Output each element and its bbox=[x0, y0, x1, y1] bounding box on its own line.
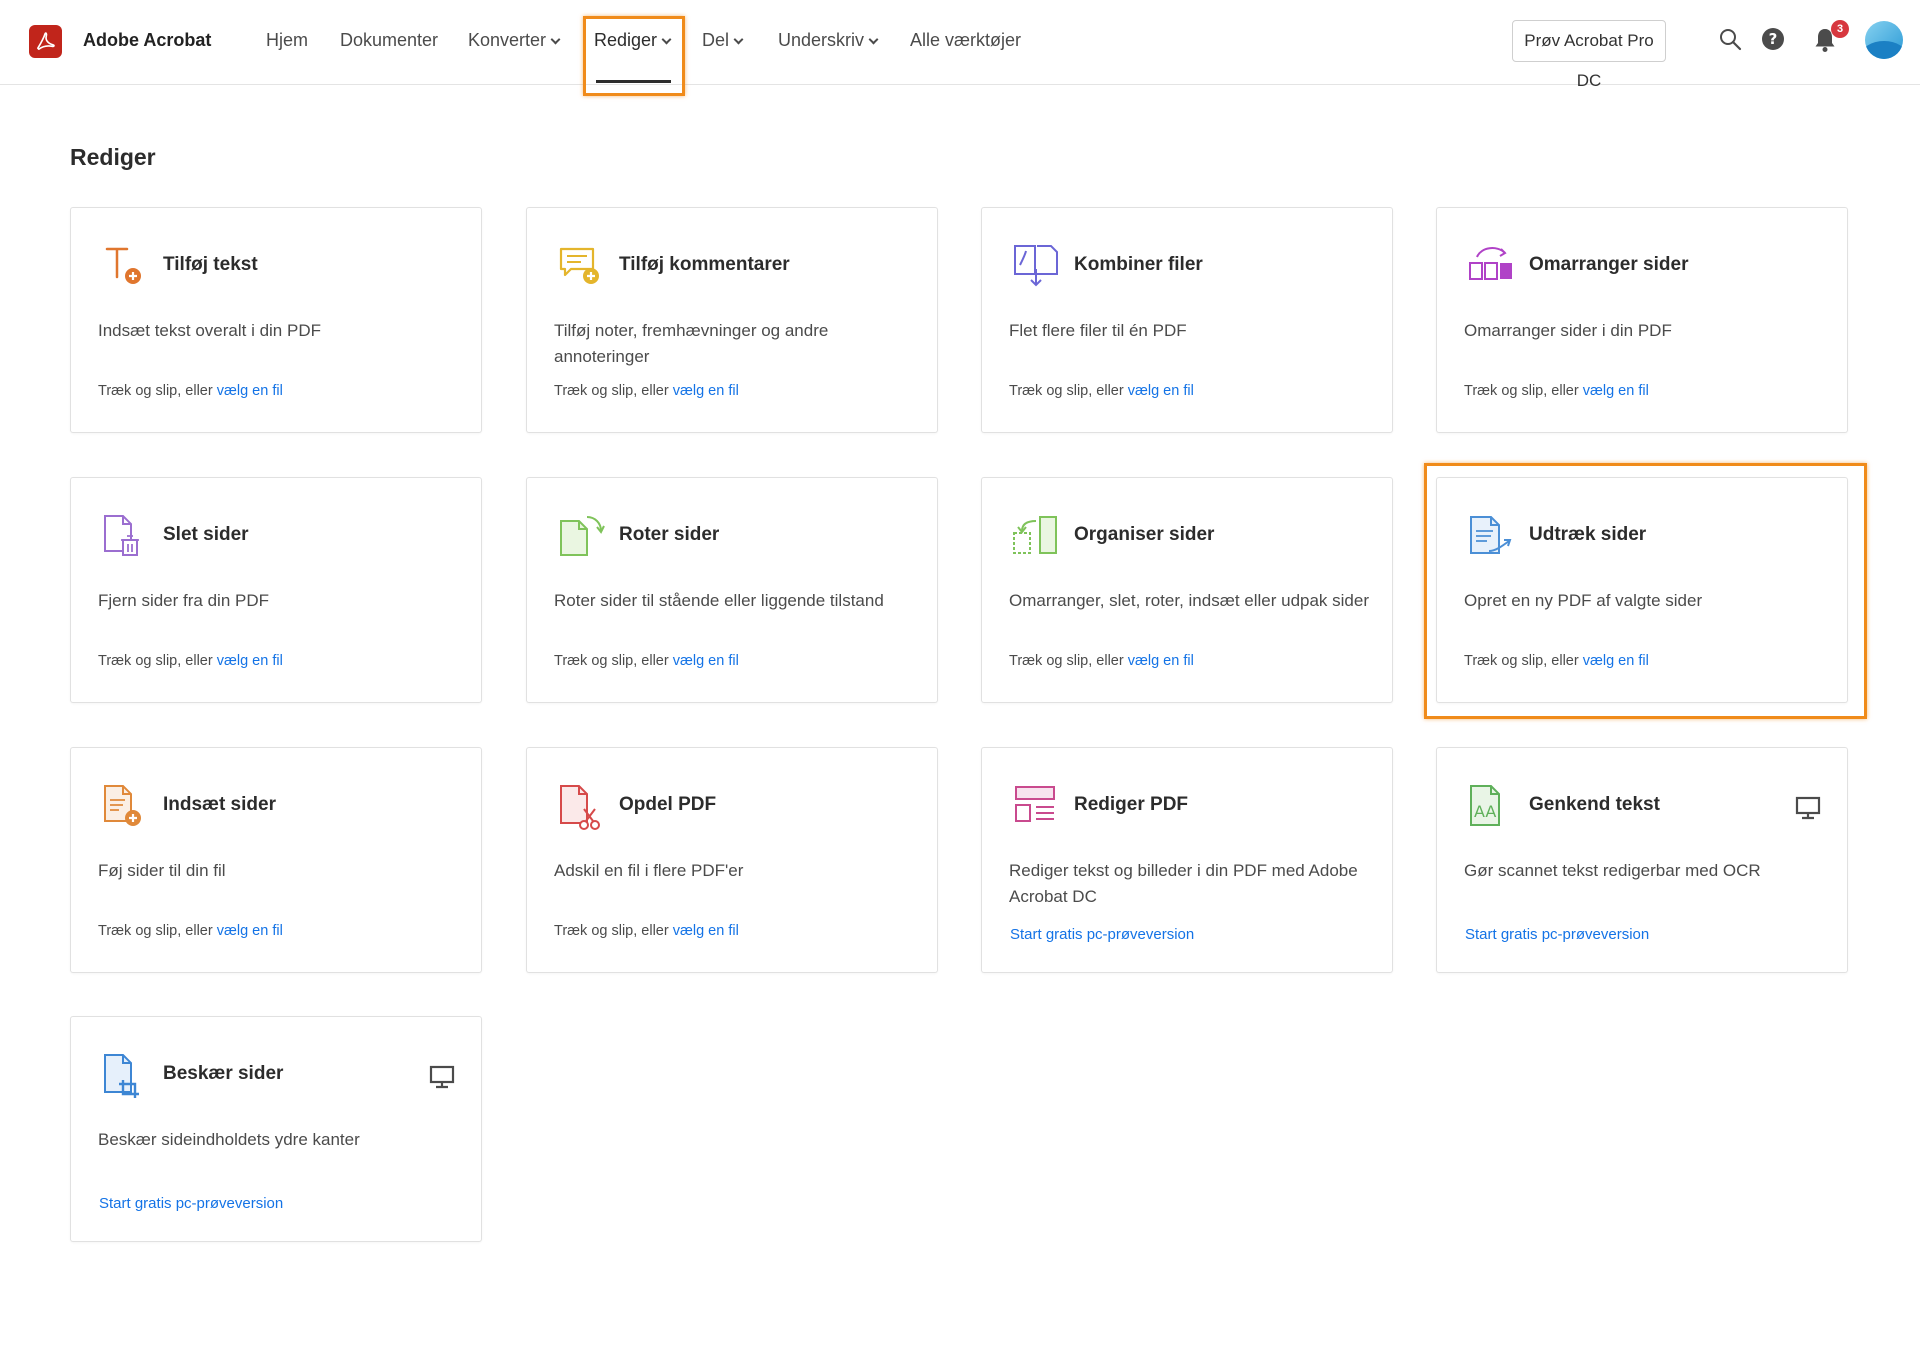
choose-file-link[interactable]: vælg en fil bbox=[1128, 383, 1194, 399]
tool-description: Tilføj noter, fremhævninger og andre ann… bbox=[554, 321, 829, 366]
tool-card-beskaer-sider[interactable]: Beskær sider Beskær sideindholdets ydre … bbox=[70, 1016, 482, 1242]
svg-text:?: ? bbox=[1769, 30, 1778, 48]
tool-card-omarranger-sider[interactable]: Omarranger sider Omarranger sider i din … bbox=[1436, 207, 1848, 433]
choose-file-link[interactable]: vælg en fil bbox=[217, 653, 283, 669]
tool-card-tilfoj-tekst[interactable]: Tilføj tekst Indsæt tekst overalt i din … bbox=[70, 207, 482, 433]
tool-title: Genkend tekst bbox=[1529, 794, 1660, 815]
drop-hint: Træk og slip, eller vælg en fil bbox=[554, 383, 739, 399]
reorder-icon bbox=[1467, 243, 1512, 287]
notification-badge: 3 bbox=[1831, 20, 1849, 38]
try-acrobat-pro-button[interactable]: Prøv Acrobat Pro DC bbox=[1512, 20, 1666, 90]
highlight-frame-card bbox=[1424, 463, 1867, 719]
acrobat-logo-icon[interactable] bbox=[29, 25, 62, 58]
drop-hint: Træk og slip, eller vælg en fil bbox=[554, 653, 739, 669]
tool-description: Omarranger sider i din PDF bbox=[1464, 321, 1672, 340]
start-trial-link[interactable]: Start gratis pc-prøveversion bbox=[1465, 926, 1649, 943]
tool-title: Roter sider bbox=[619, 524, 720, 545]
tool-card-genkend-tekst[interactable]: AA Genkend tekst Gør scannet tekst redig… bbox=[1436, 747, 1848, 973]
tool-description: Beskær sideindholdets ydre kanter bbox=[98, 1130, 360, 1149]
brand-name: Adobe Acrobat bbox=[83, 30, 212, 50]
chevron-down-icon bbox=[868, 34, 879, 45]
top-bar: Adobe Acrobat Hjem Dokumenter Konverter … bbox=[0, 0, 1920, 96]
chevron-down-icon bbox=[733, 34, 744, 45]
desktop-icon bbox=[429, 1065, 455, 1094]
delete-pages-icon bbox=[101, 513, 145, 557]
nav-hjem[interactable]: Hjem bbox=[266, 30, 308, 51]
choose-file-link[interactable]: vælg en fil bbox=[217, 383, 283, 399]
edit-pdf-icon bbox=[1012, 783, 1056, 827]
tool-title: Indsæt sider bbox=[163, 794, 276, 815]
organize-icon bbox=[1012, 513, 1057, 557]
choose-file-link[interactable]: vælg en fil bbox=[1128, 653, 1194, 669]
choose-file-link[interactable]: vælg en fil bbox=[673, 383, 739, 399]
start-trial-link[interactable]: Start gratis pc-prøveversion bbox=[1010, 926, 1194, 943]
tool-card-kombiner-filer[interactable]: Kombiner filer Flet flere filer til én P… bbox=[981, 207, 1393, 433]
drop-hint: Træk og slip, eller vælg en fil bbox=[98, 383, 283, 399]
split-icon bbox=[557, 783, 601, 830]
tool-description: Flet flere filer til én PDF bbox=[1009, 321, 1187, 340]
tool-description: Indsæt tekst overalt i din PDF bbox=[98, 321, 321, 340]
page-title: Rediger bbox=[70, 144, 156, 170]
tool-card-organiser-sider[interactable]: Organiser sider Omarranger, slet, roter,… bbox=[981, 477, 1393, 703]
nav-alle-vaerktoejer[interactable]: Alle værktøjer bbox=[910, 30, 1021, 51]
tool-card-opdel-pdf[interactable]: Opdel PDF Adskil en fil i flere PDF'er T… bbox=[526, 747, 938, 973]
tool-title: Omarranger sider bbox=[1529, 254, 1689, 275]
start-trial-link[interactable]: Start gratis pc-prøveversion bbox=[99, 1195, 283, 1212]
tool-card-tilfoj-kommentarer[interactable]: Tilføj kommentarer Tilføj noter, fremhæv… bbox=[526, 207, 938, 433]
tool-description: Roter sider til stående eller liggende t… bbox=[554, 591, 884, 610]
tool-title: Opdel PDF bbox=[619, 794, 717, 815]
tool-title: Kombiner filer bbox=[1074, 254, 1203, 275]
chevron-down-icon bbox=[550, 34, 561, 45]
nav-konverter[interactable]: Konverter bbox=[468, 30, 561, 51]
highlight-frame-nav bbox=[583, 16, 685, 96]
nav-del[interactable]: Del bbox=[702, 30, 744, 51]
tool-description: Adskil en fil i flere PDF'er bbox=[554, 861, 744, 880]
ocr-icon: AA bbox=[1467, 783, 1511, 827]
crop-icon bbox=[101, 1052, 145, 1098]
tool-title: Slet sider bbox=[163, 524, 249, 545]
avatar[interactable] bbox=[1865, 21, 1903, 59]
tool-title: Tilføj kommentarer bbox=[619, 254, 790, 275]
tool-card-indsaet-sider[interactable]: Indsæt sider Føj sider til din fil Træk … bbox=[70, 747, 482, 973]
add-text-icon bbox=[101, 243, 145, 287]
choose-file-link[interactable]: vælg en fil bbox=[217, 923, 283, 939]
combine-icon bbox=[1012, 243, 1058, 287]
drop-hint: Træk og slip, eller vælg en fil bbox=[1009, 653, 1194, 669]
tool-description: Føj sider til din fil bbox=[98, 861, 226, 880]
drop-hint: Træk og slip, eller vælg en fil bbox=[554, 923, 739, 939]
choose-file-link[interactable]: vælg en fil bbox=[673, 653, 739, 669]
tool-description: Gør scannet tekst redigerbar med OCR bbox=[1464, 861, 1761, 880]
tool-description: Fjern sider fra din PDF bbox=[98, 591, 269, 610]
drop-hint: Træk og slip, eller vælg en fil bbox=[98, 653, 283, 669]
nav-dokumenter[interactable]: Dokumenter bbox=[340, 30, 438, 51]
comment-icon bbox=[557, 243, 601, 287]
svg-text:AA: AA bbox=[1474, 802, 1496, 821]
help-icon[interactable]: ? bbox=[1761, 27, 1785, 56]
desktop-icon bbox=[1795, 796, 1821, 825]
tool-card-slet-sider[interactable]: Slet sider Fjern sider fra din PDF Træk … bbox=[70, 477, 482, 703]
choose-file-link[interactable]: vælg en fil bbox=[673, 923, 739, 939]
drop-hint: Træk og slip, eller vælg en fil bbox=[1464, 383, 1649, 399]
tool-title: Organiser sider bbox=[1074, 524, 1215, 545]
tool-description: Omarranger, slet, roter, indsæt eller ud… bbox=[1009, 591, 1369, 610]
rotate-icon bbox=[557, 513, 605, 557]
tool-title: Beskær sider bbox=[163, 1063, 284, 1084]
tool-card-rediger-pdf[interactable]: Rediger PDF Rediger tekst og billeder i … bbox=[981, 747, 1393, 973]
insert-pages-icon bbox=[101, 783, 145, 827]
search-icon[interactable] bbox=[1718, 27, 1742, 56]
tool-title: Tilføj tekst bbox=[163, 254, 258, 275]
choose-file-link[interactable]: vælg en fil bbox=[1583, 383, 1649, 399]
tool-card-roter-sider[interactable]: Roter sider Roter sider til stående elle… bbox=[526, 477, 938, 703]
drop-hint: Træk og slip, eller vælg en fil bbox=[1009, 383, 1194, 399]
drop-hint: Træk og slip, eller vælg en fil bbox=[98, 923, 283, 939]
nav-underskriv[interactable]: Underskriv bbox=[778, 30, 879, 51]
tool-description: Rediger tekst og billeder i din PDF med … bbox=[1009, 861, 1358, 906]
tool-title: Rediger PDF bbox=[1074, 794, 1189, 815]
